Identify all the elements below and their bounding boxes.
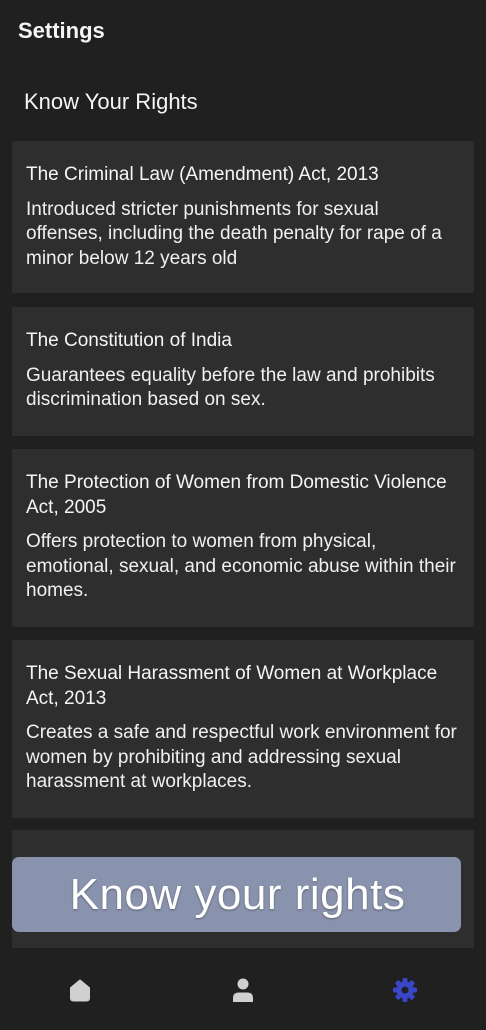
gear-icon [393, 978, 417, 1002]
nav-home[interactable] [60, 970, 100, 1010]
person-icon [233, 978, 253, 1002]
rights-card-constitution[interactable]: The Constitution of India Guarantees equ… [12, 307, 474, 436]
card-description: Guarantees equality before the law and p… [26, 364, 435, 411]
bottom-navigation [0, 956, 486, 1030]
nav-settings[interactable] [385, 970, 425, 1010]
page-title: Settings [18, 18, 105, 43]
card-description: Introduced stricter punishments for sexu… [26, 198, 442, 269]
app-screen: Settings Know Your Rights The Criminal L… [0, 0, 486, 1030]
rights-card-criminal-law[interactable]: The Criminal Law (Amendment) Act, 2013 I… [12, 141, 474, 293]
card-title: The Sexual Harassment of Women at Workpl… [26, 663, 438, 709]
banner-text: Know your rights [69, 869, 406, 919]
app-bar: Settings [0, 0, 486, 62]
card-title: The Constitution of India [26, 330, 232, 351]
card-title: The Protection of Women from Domestic Vi… [26, 472, 447, 518]
card-title: The Criminal Law (Amendment) Act, 2013 [26, 164, 379, 185]
nav-profile[interactable] [223, 970, 263, 1010]
rights-card-domestic-violence[interactable]: The Protection of Women from Domestic Vi… [12, 449, 474, 627]
card-description: Offers protection to women from physical… [26, 531, 456, 601]
section-title: Know Your Rights [24, 89, 198, 114]
home-icon [70, 979, 90, 1002]
rights-card-workplace-harassment[interactable]: The Sexual Harassment of Women at Workpl… [12, 640, 474, 818]
card-description: Creates a safe and respectful work envir… [26, 722, 457, 792]
know-your-rights-banner: Know your rights [12, 857, 461, 932]
